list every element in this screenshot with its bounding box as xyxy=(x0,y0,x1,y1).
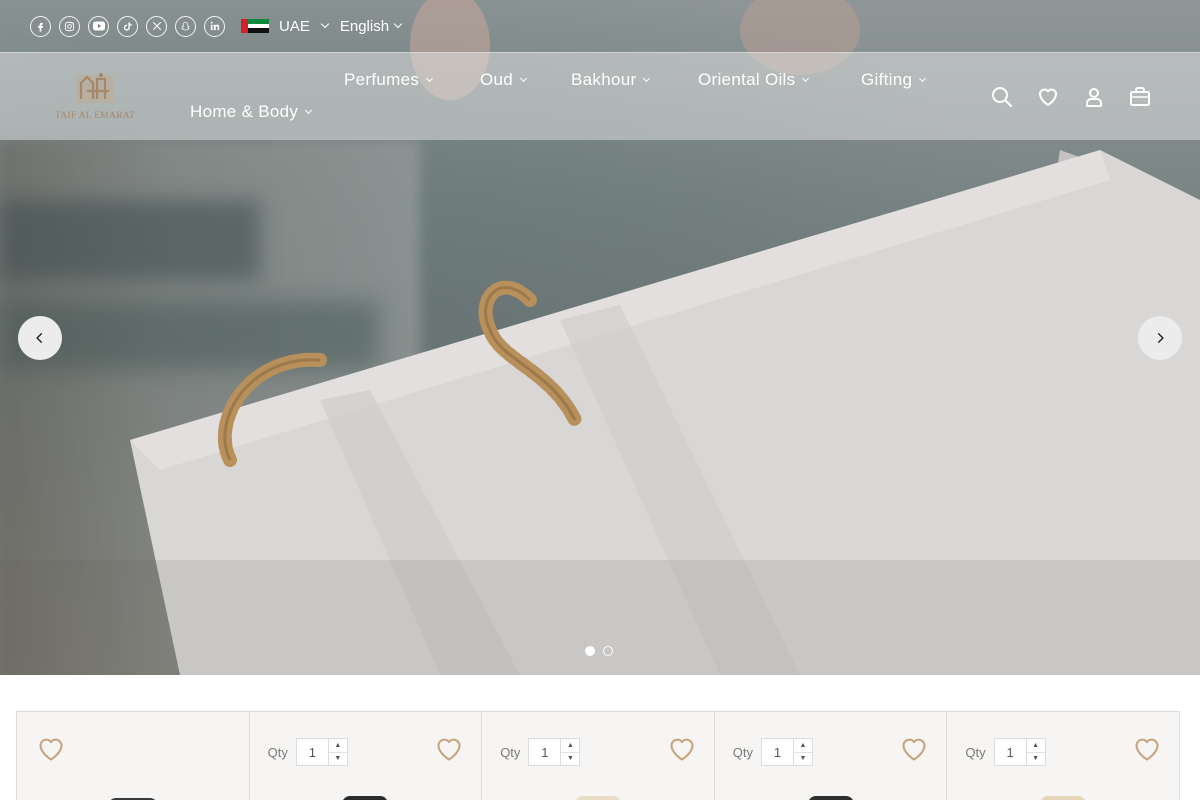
logo-mark-icon xyxy=(77,73,113,103)
decrement-icon[interactable]: ▼ xyxy=(561,753,579,766)
decrement-icon[interactable]: ▼ xyxy=(794,753,812,766)
increment-icon[interactable]: ▲ xyxy=(1026,739,1045,753)
nav-item-home-body[interactable]: Home & Body xyxy=(190,102,313,122)
search-icon[interactable] xyxy=(990,85,1014,109)
logo[interactable]: TAIF AL EMARAT xyxy=(54,71,136,123)
nav-item-oud[interactable]: Oud xyxy=(480,70,528,90)
uae-flag-icon xyxy=(241,19,269,34)
qty-value[interactable]: 1 xyxy=(995,739,1027,765)
slider-pagination xyxy=(585,646,613,656)
chevron-down-icon xyxy=(393,19,403,29)
heart-icon[interactable] xyxy=(1036,85,1060,109)
social-links xyxy=(30,15,225,37)
wishlist-heart-icon[interactable] xyxy=(435,736,463,762)
quantity-stepper[interactable]: 1 ▲ ▼ xyxy=(295,738,348,766)
wishlist-heart-icon[interactable] xyxy=(1133,736,1161,762)
facebook-icon[interactable] xyxy=(30,15,51,37)
product-image[interactable] xyxy=(574,796,621,800)
product-card[interactable]: Qty 1 ▲ ▼ xyxy=(713,711,948,800)
nav-item-label: Bakhour xyxy=(571,70,637,89)
increment-icon[interactable]: ▲ xyxy=(328,739,347,753)
product-card[interactable]: Qty 1 ▲ ▼ xyxy=(946,711,1180,800)
nav-item-gifting[interactable]: Gifting xyxy=(861,70,927,90)
qty-value[interactable]: 1 xyxy=(297,739,329,765)
topbar: UAE English xyxy=(0,0,1200,52)
quantity-stepper[interactable]: 1 ▲ ▼ xyxy=(993,738,1046,766)
qty-label: Qty xyxy=(267,744,288,760)
chevron-down-icon xyxy=(520,74,528,83)
main-nav: Perfumes Oud Bakhour Oriental Oils Gifti… xyxy=(190,53,970,141)
quantity-stepper[interactable]: 1 ▲ ▼ xyxy=(761,738,814,766)
product-card[interactable]: Qty 1 ▲ ▼ xyxy=(481,711,715,800)
quantity-selector: Qty 1 ▲ ▼ xyxy=(268,738,348,766)
chevron-right-icon xyxy=(1157,332,1164,344)
linkedin-icon[interactable] xyxy=(204,15,225,37)
chevron-down-icon xyxy=(305,106,313,115)
youtube-icon[interactable] xyxy=(88,15,109,37)
product-card[interactable]: Qty 1 ▲ ▼ xyxy=(248,711,483,800)
language-label: English xyxy=(339,17,390,35)
wishlist-heart-icon[interactable] xyxy=(37,736,65,762)
decrement-icon[interactable]: ▼ xyxy=(329,753,347,766)
tiktok-icon[interactable] xyxy=(117,15,138,37)
quantity-selector: Qty 1 ▲ ▼ xyxy=(965,738,1046,766)
slider-prev-button[interactable] xyxy=(18,316,62,360)
nav-item-label: Perfumes xyxy=(344,70,420,89)
country-selector[interactable]: UAE xyxy=(241,17,330,35)
wishlist-heart-icon[interactable] xyxy=(668,736,696,762)
chevron-down-icon xyxy=(426,74,434,83)
qty-label: Qty xyxy=(965,744,986,760)
nav-item-perfumes[interactable]: Perfumes xyxy=(344,70,434,90)
account-icon[interactable] xyxy=(1082,85,1106,109)
country-label: UAE xyxy=(279,17,310,35)
slider-next-button[interactable] xyxy=(1138,316,1182,360)
quantity-selector: Qty 1 ▲ ▼ xyxy=(500,738,581,766)
header-actions xyxy=(990,85,1152,109)
main-header: TAIF AL EMARAT Perfumes Oud Bakhour Orie… xyxy=(0,52,1200,140)
product-grid: Qty 1 ▲ ▼ Qty 1 ▲ ▼ Qty 1 ▲ ▼ Qty 1 ▲ ▼ xyxy=(16,711,1184,800)
chevron-down-icon xyxy=(320,19,330,29)
qty-value[interactable]: 1 xyxy=(762,739,795,765)
x-icon[interactable] xyxy=(146,15,167,37)
bag-icon[interactable] xyxy=(1128,85,1152,109)
nav-item-label: Oud xyxy=(480,70,514,89)
chevron-down-icon xyxy=(643,74,651,83)
nav-item-bakhour[interactable]: Bakhour xyxy=(571,70,651,90)
nav-item-oriental-oils[interactable]: Oriental Oils xyxy=(698,70,810,90)
language-selector[interactable]: English xyxy=(339,17,403,35)
wishlist-heart-icon[interactable] xyxy=(900,736,928,762)
nav-item-label: Home & Body xyxy=(190,102,299,121)
product-image[interactable] xyxy=(1040,796,1087,800)
nav-item-label: Gifting xyxy=(861,70,913,89)
increment-icon[interactable]: ▲ xyxy=(794,739,813,753)
product-card[interactable] xyxy=(16,711,250,800)
chevron-down-icon xyxy=(802,74,810,83)
snapchat-icon[interactable] xyxy=(175,15,196,37)
slider-dot[interactable] xyxy=(603,646,613,656)
chevron-down-icon xyxy=(919,74,927,83)
nav-item-label: Oriental Oils xyxy=(698,70,796,89)
qty-value[interactable]: 1 xyxy=(529,739,562,765)
product-image[interactable] xyxy=(342,796,389,800)
logo-text: TAIF AL EMARAT xyxy=(54,111,136,121)
product-image[interactable] xyxy=(807,796,854,800)
increment-icon[interactable]: ▲ xyxy=(561,739,580,753)
quantity-selector: Qty 1 ▲ ▼ xyxy=(732,738,814,766)
qty-label: Qty xyxy=(500,744,521,760)
decrement-icon[interactable]: ▼ xyxy=(1027,753,1045,766)
quantity-stepper[interactable]: 1 ▲ ▼ xyxy=(528,738,581,766)
qty-label: Qty xyxy=(732,744,754,760)
instagram-icon[interactable] xyxy=(59,15,80,37)
chevron-left-icon xyxy=(36,332,43,344)
slider-dot[interactable] xyxy=(585,646,595,656)
